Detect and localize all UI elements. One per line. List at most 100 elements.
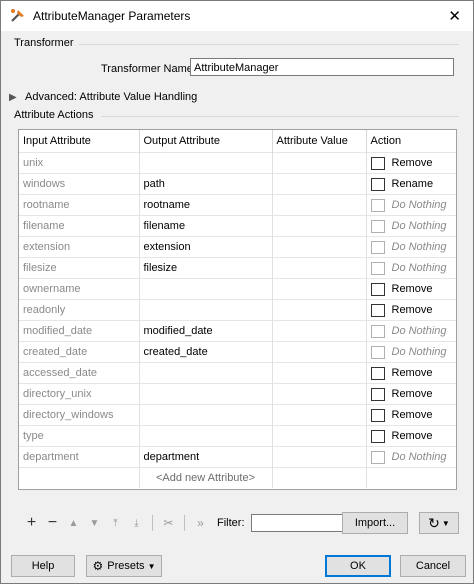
move-to-top-icon[interactable]: ⤒ [105,518,126,529]
column-header-action[interactable]: Action [366,130,456,153]
action-menu-icon[interactable] [370,156,385,170]
add-new-attribute-cell[interactable]: <Add new Attribute> [139,467,273,488]
action-menu-icon[interactable] [370,366,385,380]
table-row[interactable]: extension extension Do Nothing [19,236,456,258]
action-dropdown[interactable]: Do Nothing [370,261,455,275]
attribute-value-cell[interactable] [272,425,367,447]
action-cell[interactable]: Do Nothing [366,446,456,468]
presets-button[interactable]: ⚙ Presets ▼ [86,555,162,577]
action-menu-icon[interactable] [370,177,385,191]
attribute-value-cell[interactable] [272,194,367,216]
attribute-value-cell[interactable] [272,362,367,384]
action-dropdown[interactable]: Do Nothing [370,345,455,359]
action-cell[interactable]: Remove [366,425,456,447]
attribute-value-cell[interactable] [272,299,367,321]
help-button[interactable]: Help [11,555,75,577]
output-attribute-cell[interactable] [139,299,273,321]
action-dropdown[interactable]: Remove [370,303,455,317]
table-row[interactable]: modified_date modified_date Do Nothing [19,320,456,342]
action-menu-icon[interactable] [370,219,385,233]
table-row[interactable]: accessed_date Remove [19,362,456,384]
move-to-bottom-icon[interactable]: ⤓ [126,518,147,529]
output-attribute-cell[interactable]: department [139,446,273,468]
action-menu-icon[interactable] [370,387,385,401]
output-attribute-cell[interactable]: filesize [139,257,273,279]
remove-row-icon[interactable]: − [42,514,63,532]
action-cell[interactable]: Remove [366,299,456,321]
action-dropdown[interactable]: Do Nothing [370,198,455,212]
attribute-value-cell[interactable] [272,173,367,195]
table-row[interactable]: directory_windows Remove [19,404,456,426]
output-attribute-cell[interactable] [139,278,273,300]
action-cell[interactable]: Remove [366,404,456,426]
action-dropdown[interactable]: Remove [370,156,455,170]
action-cell[interactable]: Remove [366,278,456,300]
action-dropdown[interactable]: Do Nothing [370,324,455,338]
action-dropdown[interactable]: Do Nothing [370,240,455,254]
action-cell[interactable]: Do Nothing [366,215,456,237]
attribute-value-cell[interactable] [272,152,367,174]
table-row[interactable]: type Remove [19,425,456,447]
table-row[interactable]: directory_unix Remove [19,383,456,405]
column-header-attribute-value[interactable]: Attribute Value [272,130,367,153]
move-up-icon[interactable]: ▲ [63,518,84,529]
action-menu-icon[interactable] [370,198,385,212]
action-cell[interactable]: Remove [366,383,456,405]
action-dropdown[interactable]: Remove [370,429,455,443]
column-header-output-attribute[interactable]: Output Attribute [139,130,273,153]
attribute-value-cell[interactable] [272,215,367,237]
table-row[interactable]: readonly Remove [19,299,456,321]
add-attribute-row[interactable]: <Add new Attribute> [19,467,456,488]
action-menu-icon[interactable] [370,429,385,443]
output-attribute-cell[interactable] [139,152,273,174]
transformer-name-input[interactable]: AttributeManager [190,58,454,76]
output-attribute-cell[interactable]: path [139,173,273,195]
advanced-section-toggle[interactable]: ▶ Advanced: Attribute Value Handling [9,91,197,103]
action-menu-icon[interactable] [370,324,385,338]
action-cell[interactable]: Do Nothing [366,320,456,342]
column-header-input-attribute[interactable]: Input Attribute [19,130,140,153]
table-row[interactable]: filesize filesize Do Nothing [19,257,456,279]
table-row[interactable]: rootname rootname Do Nothing [19,194,456,216]
output-attribute-cell[interactable]: filename [139,215,273,237]
action-menu-icon[interactable] [370,408,385,422]
action-cell[interactable]: Remove [366,152,456,174]
refresh-dropdown-button[interactable]: ↻ ▼ [419,512,459,534]
table-row[interactable]: filename filename Do Nothing [19,215,456,237]
attribute-value-cell[interactable] [272,278,367,300]
action-dropdown[interactable]: Rename [370,177,455,191]
table-row[interactable]: created_date created_date Do Nothing [19,341,456,363]
action-cell[interactable]: Do Nothing [366,194,456,216]
attribute-value-cell[interactable] [272,383,367,405]
action-menu-icon[interactable] [370,345,385,359]
import-button[interactable]: Import... [342,512,408,534]
action-cell[interactable]: Remove [366,362,456,384]
action-menu-icon[interactable] [370,261,385,275]
attribute-value-cell[interactable] [272,446,367,468]
move-down-icon[interactable]: ▼ [84,518,105,529]
action-menu-icon[interactable] [370,303,385,317]
output-attribute-cell[interactable] [139,425,273,447]
output-attribute-cell[interactable] [139,362,273,384]
attribute-value-cell[interactable] [272,320,367,342]
output-attribute-cell[interactable]: created_date [139,341,273,363]
add-row-icon[interactable]: + [21,514,42,532]
action-menu-icon[interactable] [370,450,385,464]
action-menu-icon[interactable] [370,240,385,254]
table-row[interactable]: department department Do Nothing [19,446,456,468]
expand-icon[interactable]: » [190,516,211,530]
action-cell[interactable]: Rename [366,173,456,195]
attribute-value-cell[interactable] [272,257,367,279]
action-dropdown[interactable]: Remove [370,366,455,380]
attribute-value-cell[interactable] [272,404,367,426]
action-menu-icon[interactable] [370,282,385,296]
output-attribute-cell[interactable] [139,404,273,426]
output-attribute-cell[interactable]: extension [139,236,273,258]
action-dropdown[interactable]: Remove [370,282,455,296]
action-dropdown[interactable]: Do Nothing [370,450,455,464]
table-row[interactable]: ownername Remove [19,278,456,300]
cancel-button[interactable]: Cancel [400,555,466,577]
action-cell[interactable]: Do Nothing [366,236,456,258]
table-row[interactable]: unix Remove [19,152,456,174]
attribute-value-cell[interactable] [272,236,367,258]
